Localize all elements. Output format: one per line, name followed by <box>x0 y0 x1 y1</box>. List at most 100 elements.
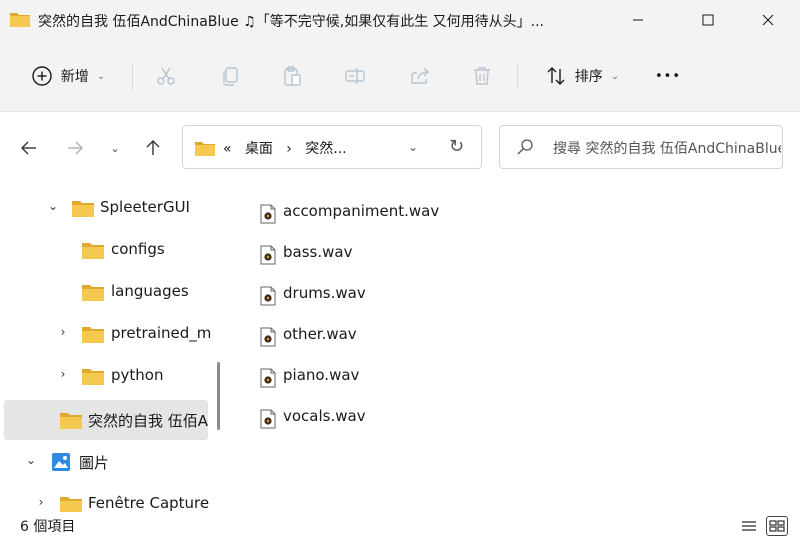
rename-button[interactable] <box>337 56 373 96</box>
audio-file-icon <box>260 286 276 306</box>
address-bar[interactable]: « 桌面 › 突然... ⌄ ↻ <box>182 125 482 169</box>
rename-icon <box>345 68 365 84</box>
tree-item-pictures[interactable]: ⌄ 圖片 <box>4 442 208 482</box>
chevron-down-icon: ⌄ <box>110 141 120 155</box>
arrow-up-icon <box>146 140 160 155</box>
tree-item-languages[interactable]: languages <box>4 272 208 312</box>
file-name: accompaniment.wav <box>283 202 440 220</box>
tree-item-current-folder[interactable]: 突然的自我 伍佰A <box>4 400 208 440</box>
window-title: 突然的自我 伍佰AndChinaBlue ♫「等不完守候,如果仅有此生 又何用待… <box>38 14 545 30</box>
back-button[interactable] <box>14 134 44 162</box>
toolbar-divider <box>517 64 518 90</box>
tree-item-label: python <box>111 366 164 384</box>
recent-locations-button[interactable]: ⌄ <box>100 134 130 162</box>
forward-button[interactable] <box>60 134 90 162</box>
item-count: 6 個項目 <box>20 519 76 535</box>
refresh-icon[interactable]: ↻ <box>449 136 464 157</box>
file-name: piano.wav <box>283 366 360 384</box>
maximize-button[interactable] <box>684 0 732 40</box>
tree-item-python[interactable]: › python <box>4 356 208 396</box>
chevron-down-icon: ⌄ <box>610 70 620 82</box>
folder-icon <box>60 413 82 429</box>
trash-icon <box>474 67 490 85</box>
audio-file-icon <box>260 368 276 388</box>
breadcrumb-desktop[interactable]: 桌面 <box>245 141 273 157</box>
breadcrumb-current[interactable]: 突然... <box>305 141 346 157</box>
tiles-view-icon <box>769 520 785 532</box>
breadcrumb-overflow[interactable]: « <box>223 141 232 157</box>
audio-file-icon <box>260 409 276 429</box>
delete-button[interactable] <box>464 56 500 96</box>
scissors-icon <box>157 67 175 85</box>
tree-item-label: 圖片 <box>79 454 110 472</box>
search-input[interactable]: 搜尋 突然的自我 伍佰AndChinaBlue <box>553 138 781 158</box>
chevron-right-icon[interactable]: › <box>56 367 70 381</box>
tree-item-pretrained[interactable]: › pretrained_m <box>4 314 212 354</box>
large-icons-view-button[interactable] <box>766 516 788 536</box>
audio-file-icon <box>260 327 276 347</box>
folder-icon <box>195 142 215 156</box>
folder-icon <box>82 285 104 301</box>
sort-button[interactable]: 排序 ⌄ <box>534 56 630 96</box>
maximize-icon <box>702 14 714 26</box>
sort-label: 排序 <box>574 69 603 85</box>
pictures-icon <box>52 453 70 471</box>
cut-button[interactable] <box>148 56 184 96</box>
chevron-down-icon[interactable]: ⌄ <box>46 199 60 213</box>
folder-icon <box>72 201 94 217</box>
search-icon <box>517 139 533 155</box>
navigation-bar: ⌄ « 桌面 › 突然... ⌄ ↻ 搜尋 突然的自我 伍佰AndChinaBl… <box>0 112 800 182</box>
copy-icon <box>223 67 238 86</box>
breadcrumb: « 桌面 › 突然... <box>223 138 347 158</box>
file-name: vocals.wav <box>283 407 366 425</box>
search-box[interactable]: 搜尋 突然的自我 伍佰AndChinaBlue <box>499 125 783 169</box>
tree-item-label: 突然的自我 伍佰A <box>88 412 209 430</box>
tree-item-label: Fenêtre Capture <box>88 494 210 512</box>
paste-button[interactable] <box>274 56 310 96</box>
chevron-right-icon[interactable]: › <box>56 325 70 339</box>
folder-icon <box>82 369 104 385</box>
share-button[interactable] <box>402 56 438 96</box>
details-view-button[interactable] <box>738 516 760 536</box>
copy-button[interactable] <box>212 56 248 96</box>
file-name: drums.wav <box>283 284 366 302</box>
navigation-pane: ⌄ SpleeterGUI configs languages › pretra… <box>0 182 230 512</box>
chevron-down-icon: ⌄ <box>96 70 106 82</box>
chevron-right-icon[interactable]: › <box>34 495 48 509</box>
chevron-down-icon[interactable]: ⌄ <box>24 453 38 467</box>
close-button[interactable] <box>744 0 792 40</box>
new-label: 新增 <box>60 69 89 85</box>
address-dropdown-icon[interactable]: ⌄ <box>408 140 418 154</box>
tree-item-label: languages <box>111 282 189 300</box>
tree-item-label: configs <box>111 240 165 258</box>
arrow-left-icon <box>21 141 36 155</box>
title-bar: 突然的自我 伍佰AndChinaBlue ♫「等不完守候,如果仅有此生 又何用待… <box>0 0 800 40</box>
folder-icon <box>82 327 104 343</box>
audio-file-icon <box>260 204 276 224</box>
sort-icon <box>547 67 565 85</box>
tree-item-label: SpleeterGUI <box>100 198 190 216</box>
tree-item-fenetre-capture[interactable]: › Fenêtre Capture <box>4 484 210 512</box>
more-options-button[interactable]: ••• <box>650 56 686 96</box>
new-button[interactable]: 新增 ⌄ <box>18 56 118 96</box>
tree-item-label: pretrained_m <box>111 324 212 342</box>
minimize-icon <box>633 19 643 21</box>
toolbar-divider <box>132 64 133 90</box>
folder-icon <box>10 13 30 27</box>
arrow-right-icon <box>68 141 83 155</box>
close-icon <box>762 14 774 26</box>
tree-item-spleetergui[interactable]: ⌄ SpleeterGUI <box>4 188 208 228</box>
tree-item-configs[interactable]: configs <box>4 230 208 270</box>
command-bar: 新增 ⌄ 排序 ⌄ ••• <box>0 40 800 112</box>
minimize-button[interactable] <box>614 0 662 40</box>
file-list: accompaniment.wav bass.wav drums.wav other.… <box>230 182 800 512</box>
details-view-icon <box>742 521 756 531</box>
audio-file-icon <box>260 245 276 265</box>
file-name: other.wav <box>283 325 357 343</box>
up-button[interactable] <box>138 134 168 162</box>
add-circle-icon <box>32 66 52 86</box>
folder-icon <box>60 497 82 512</box>
navigation-pane-scrollbar[interactable] <box>217 362 220 430</box>
file-name: bass.wav <box>283 243 353 261</box>
clipboard-icon <box>284 66 301 86</box>
